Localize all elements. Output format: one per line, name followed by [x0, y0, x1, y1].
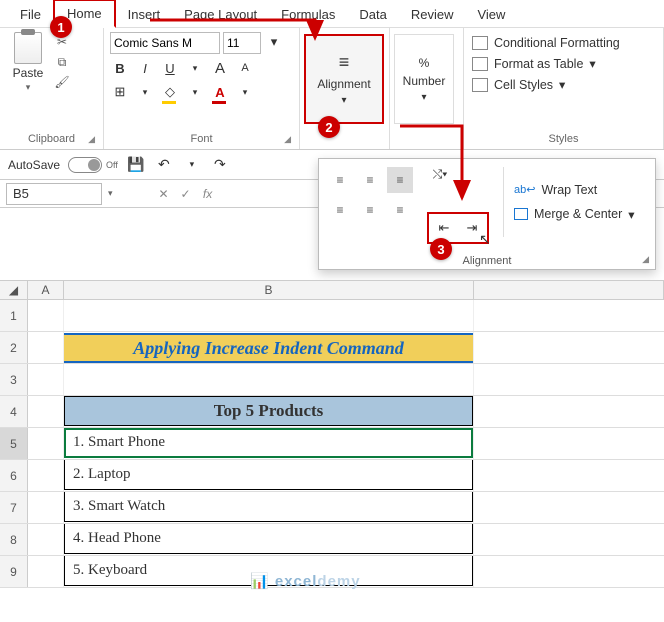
row-header[interactable]: 3 [0, 364, 28, 395]
cell-b5[interactable]: 1. Smart Phone [64, 428, 473, 458]
row-header[interactable]: 4 [0, 396, 28, 427]
annotation-arrows [0, 0, 664, 280]
row-header[interactable]: 9 [0, 556, 28, 587]
table-header-cell[interactable]: Top 5 Products [64, 396, 473, 426]
row-header[interactable]: 6 [0, 460, 28, 491]
column-headers: ◢ A B [0, 280, 664, 300]
row-header[interactable]: 2 [0, 332, 28, 363]
row-header[interactable]: 8 [0, 524, 28, 555]
callout-3: 3 [430, 238, 452, 260]
worksheet: ◢ A B 1 2 Applying Increase Indent Comman… [0, 280, 664, 588]
watermark: 📊 exceldemy [250, 572, 361, 590]
select-all-triangle[interactable]: ◢ [0, 281, 28, 299]
row-header[interactable]: 1 [0, 300, 28, 331]
cell-b8[interactable]: 4. Head Phone [64, 524, 473, 554]
col-header-rest[interactable] [474, 281, 664, 299]
cell-b7[interactable]: 3. Smart Watch [64, 492, 473, 522]
row-header[interactable]: 7 [0, 492, 28, 523]
col-header-a[interactable]: A [28, 281, 64, 299]
callout-1: 1 [50, 16, 72, 38]
callout-2: 2 [318, 116, 340, 138]
title-banner[interactable]: Applying Increase Indent Command [64, 333, 473, 363]
cell-b6[interactable]: 2. Laptop [64, 460, 473, 490]
col-header-b[interactable]: B [64, 281, 474, 299]
row-header[interactable]: 5 [0, 428, 28, 459]
